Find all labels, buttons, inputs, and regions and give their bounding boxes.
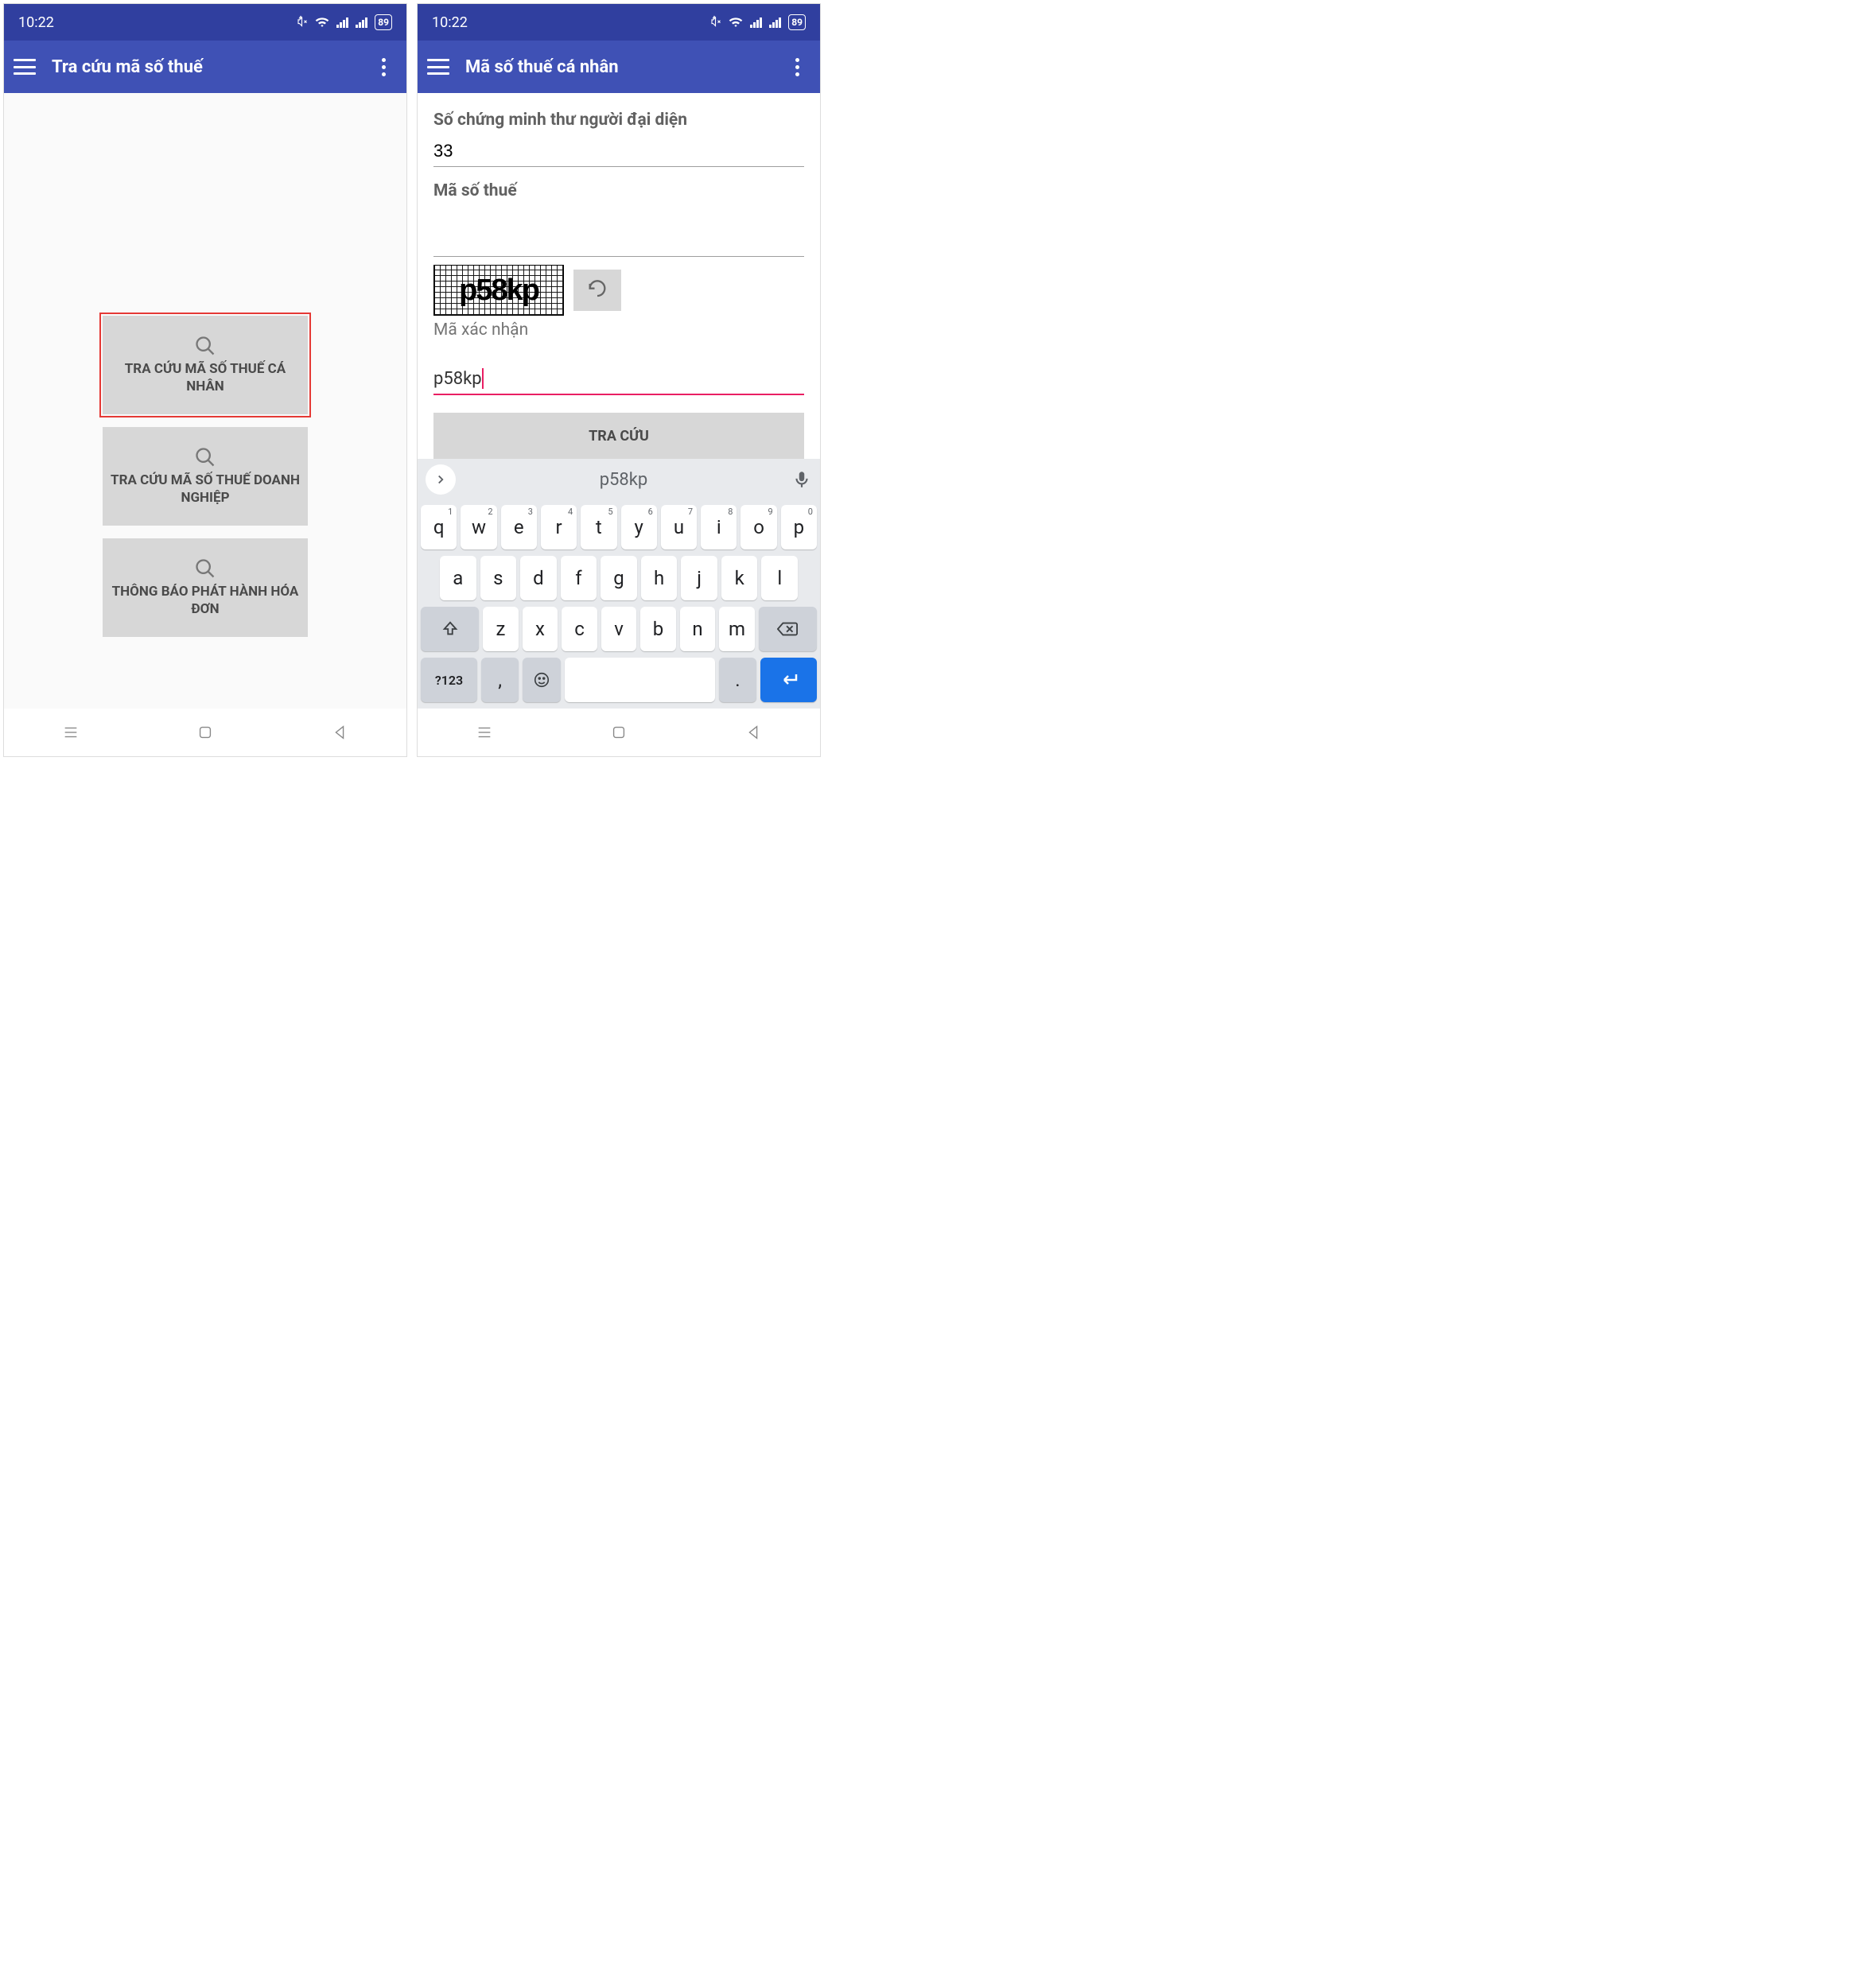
key-l[interactable]: l: [761, 556, 798, 600]
key-m[interactable]: m: [719, 607, 755, 651]
overflow-menu-icon[interactable]: [375, 52, 392, 83]
battery-icon: 89: [375, 14, 392, 30]
status-bar: 10:22 89: [4, 4, 406, 41]
key-u[interactable]: u7: [661, 505, 697, 549]
key-v[interactable]: v: [601, 607, 637, 651]
phone-right: 10:22 89 Mã số thuế cá nhân Số chứng min…: [417, 3, 821, 757]
signal-2-icon: [356, 17, 368, 28]
key-a[interactable]: a: [440, 556, 476, 600]
key-h[interactable]: h: [641, 556, 678, 600]
submit-button[interactable]: TRA CỨU: [433, 413, 804, 459]
menu-icon[interactable]: [14, 59, 36, 75]
search-icon: [194, 557, 216, 580]
nav-bar: [4, 709, 406, 756]
lookup-business-tax-button[interactable]: TRA CỨU MÃ SỐ THUẾ DOANH NGHIỆP: [103, 427, 308, 526]
key-n[interactable]: n: [680, 607, 716, 651]
search-icon: [194, 335, 216, 357]
enter-key[interactable]: [760, 658, 817, 702]
home-icon[interactable]: [196, 724, 214, 741]
signal-1-icon: [750, 17, 763, 28]
key-d[interactable]: d: [520, 556, 557, 600]
key-t[interactable]: t5: [581, 505, 616, 549]
button-label: TRA CỨU MÃ SỐ THUẾ CÁ NHÂN: [109, 360, 301, 395]
silent-icon: [707, 15, 721, 29]
key-s[interactable]: s: [480, 556, 517, 600]
space-key[interactable]: [565, 658, 715, 702]
captcha-label: Mã xác nhận: [433, 320, 804, 340]
key-w[interactable]: w2: [461, 505, 496, 549]
captcha-image: p58kp: [433, 265, 564, 316]
app-bar: Mã số thuế cá nhân: [418, 41, 820, 93]
battery-icon: 89: [788, 14, 806, 30]
captcha-text: p58kp: [459, 274, 538, 308]
key-c[interactable]: c: [562, 607, 597, 651]
form-area: Số chứng minh thư người đại diện Mã số t…: [418, 93, 820, 459]
keyboard-suggestions: p58kp: [418, 459, 820, 500]
key-k[interactable]: k: [721, 556, 758, 600]
tax-label: Mã số thuế: [433, 181, 804, 200]
home-icon[interactable]: [610, 724, 628, 741]
silent-icon: [293, 15, 308, 29]
key-g[interactable]: g: [601, 556, 637, 600]
undo-icon: [586, 279, 608, 301]
key-i[interactable]: i8: [701, 505, 737, 549]
backspace-key[interactable]: [759, 607, 817, 651]
recent-apps-icon[interactable]: [476, 724, 493, 741]
app-title: Tra cứu mã số thuế: [52, 57, 375, 77]
app-title: Mã số thuế cá nhân: [465, 57, 789, 77]
nav-bar: [418, 709, 820, 756]
key-f[interactable]: f: [561, 556, 597, 600]
button-label: THÔNG BÁO PHÁT HÀNH HÓA ĐƠN: [109, 583, 301, 618]
menu-icon[interactable]: [427, 59, 449, 75]
period-key[interactable]: .: [719, 658, 756, 702]
key-z[interactable]: z: [483, 607, 519, 651]
key-x[interactable]: x: [523, 607, 558, 651]
id-label: Số chứng minh thư người đại diện: [433, 111, 804, 130]
phone-left: 10:22 89 Tra cứu mã số thuế TRA CỨU MÃ S…: [3, 3, 407, 757]
wifi-icon: [728, 16, 744, 29]
mic-icon[interactable]: [791, 469, 812, 490]
expand-suggestions-icon[interactable]: [426, 464, 456, 495]
recent-apps-icon[interactable]: [62, 724, 80, 741]
emoji-key[interactable]: [523, 658, 560, 702]
button-label: TRA CỨU MÃ SỐ THUẾ DOANH NGHIỆP: [109, 472, 301, 507]
key-o[interactable]: o9: [740, 505, 776, 549]
tax-input[interactable]: [433, 224, 804, 257]
back-icon[interactable]: [744, 724, 762, 741]
comma-key[interactable]: ,: [481, 658, 519, 702]
status-time: 10:22: [432, 14, 468, 31]
key-j[interactable]: j: [681, 556, 717, 600]
overflow-menu-icon[interactable]: [789, 52, 806, 83]
lookup-personal-tax-button[interactable]: TRA CỨU MÃ SỐ THUẾ CÁ NHÂN: [103, 316, 308, 414]
suggestion-text[interactable]: p58kp: [456, 470, 791, 490]
signal-2-icon: [769, 17, 782, 28]
key-p[interactable]: p0: [781, 505, 817, 549]
content-area: TRA CỨU MÃ SỐ THUẾ CÁ NHÂN TRA CỨU MÃ SỐ…: [4, 93, 406, 709]
status-bar: 10:22 89: [418, 4, 820, 41]
refresh-captcha-button[interactable]: [573, 270, 621, 311]
signal-1-icon: [336, 17, 349, 28]
keyboard: q1w2e3r4t5y6u7i8o9p0 asdfghjkl zxcvbnm ?…: [418, 500, 820, 709]
key-r[interactable]: r4: [541, 505, 577, 549]
captcha-input[interactable]: p58kp: [433, 362, 804, 395]
captcha-input-value: p58kp: [433, 369, 482, 389]
back-icon[interactable]: [331, 724, 348, 741]
key-b[interactable]: b: [640, 607, 676, 651]
status-time: 10:22: [18, 14, 54, 31]
symbols-key[interactable]: ?123: [421, 658, 477, 702]
key-q[interactable]: q1: [421, 505, 457, 549]
search-icon: [194, 446, 216, 468]
id-input[interactable]: [433, 134, 804, 167]
invoice-notice-button[interactable]: THÔNG BÁO PHÁT HÀNH HÓA ĐƠN: [103, 538, 308, 637]
key-y[interactable]: y6: [621, 505, 657, 549]
key-e[interactable]: e3: [501, 505, 537, 549]
wifi-icon: [314, 16, 330, 29]
shift-key[interactable]: [421, 607, 479, 651]
app-bar: Tra cứu mã số thuế: [4, 41, 406, 93]
